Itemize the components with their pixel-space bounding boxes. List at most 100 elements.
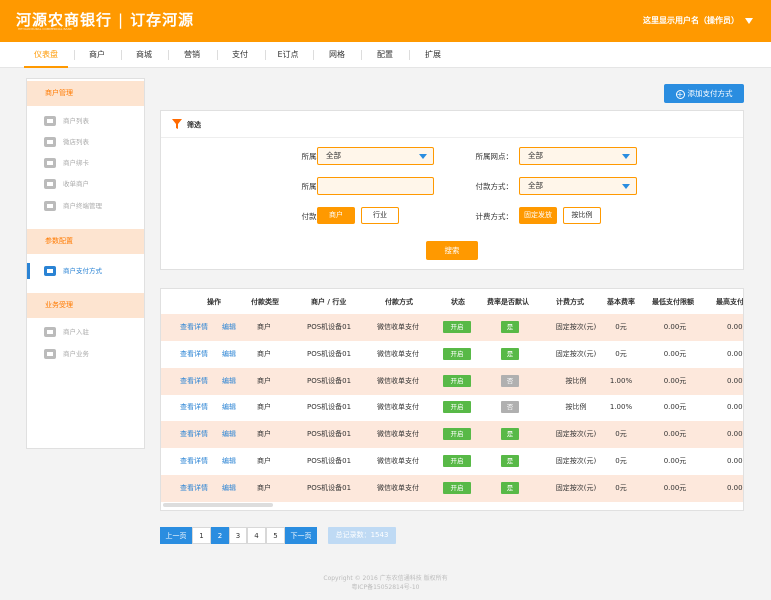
view-detail-link[interactable]: 查看详情 <box>180 475 208 502</box>
default-rate-badge: 是 <box>501 455 519 467</box>
cell-paytype: 商户 <box>257 323 271 331</box>
sidebar-item-pay-method[interactable]: 商户支付方式 <box>44 264 102 278</box>
paymethod-select[interactable]: 全部 <box>519 177 637 195</box>
col-header-billing: 计费方式 <box>556 298 584 306</box>
sidebar-item-terminal[interactable]: 商户终端管理 <box>44 199 102 213</box>
list-icon <box>44 116 56 126</box>
view-detail-link[interactable]: 查看详情 <box>180 394 208 421</box>
cell-merchant: POS机设备01 <box>307 403 352 412</box>
paytype-industry-button[interactable]: 行业 <box>361 207 399 224</box>
cell-min: 0.00元 <box>663 430 687 439</box>
nav-dashboard[interactable]: 仪表盘 <box>24 42 68 68</box>
default-rate-badge: 是 <box>501 321 519 333</box>
search-button[interactable]: 搜索 <box>426 241 478 260</box>
nav-eorder[interactable]: E订点 <box>268 42 308 68</box>
horizontal-scrollbar[interactable] <box>163 503 273 507</box>
view-detail-link[interactable]: 查看详情 <box>180 314 208 341</box>
terminal-icon <box>44 201 56 211</box>
page-5[interactable]: 5 <box>266 527 285 544</box>
top-header: 河源农商银行 | 订存河源 HEYUAN RURAL COMMERCIAL BANK… <box>0 0 771 42</box>
nav-merchant[interactable]: 商户 <box>78 42 116 68</box>
acquiring-icon <box>44 179 56 189</box>
edit-link[interactable]: 编辑 <box>222 341 236 368</box>
sidebar-item-acquiring[interactable]: 收单商户 <box>44 177 89 191</box>
plus-circle-icon: + <box>675 89 685 99</box>
org-select[interactable]: 全部 <box>317 147 434 165</box>
sidebar-item-onboard[interactable]: 商户入驻 <box>44 325 89 339</box>
cell-rate: 1.00% <box>609 403 633 412</box>
sidebar-item-shop-list[interactable]: 微店列表 <box>44 135 89 149</box>
sidebar-group-business[interactable]: 业务受理 <box>27 293 144 318</box>
status-badge[interactable]: 开启 <box>443 428 471 441</box>
cell-merchant: POS机设备01 <box>307 376 352 385</box>
edit-link[interactable]: 编辑 <box>222 421 236 448</box>
cell-billing: 固定按次(元) <box>555 457 597 465</box>
edit-link[interactable]: 编辑 <box>222 394 236 421</box>
status-badge[interactable]: 开启 <box>443 347 471 360</box>
cell-billing: 固定按次(元) <box>555 323 597 331</box>
page-1[interactable]: 1 <box>192 527 211 544</box>
cell-rate: 0元 <box>615 457 627 465</box>
paytype-merchant-button[interactable]: 商户 <box>317 207 355 224</box>
cell-paymethod: 微信收单支付 <box>377 323 419 331</box>
cell-paymethod: 微信收单支付 <box>377 457 419 465</box>
sidebar-group-merchant[interactable]: 商户管理 <box>27 81 144 106</box>
view-detail-link[interactable]: 查看详情 <box>180 368 208 395</box>
nav-marketing[interactable]: 营销 <box>173 42 211 68</box>
cell-merchant: POS机设备01 <box>307 349 352 358</box>
briefcase-icon <box>44 349 56 359</box>
table-row: 查看详情编辑 商户 POS机设备01 微信收单支付 按比例 1.00% 0.00元 0.00元… <box>161 394 743 421</box>
status-badge[interactable]: 开启 <box>443 455 471 467</box>
branch-label: 所属网点： <box>475 152 514 161</box>
prev-page-button[interactable]: 上一页 <box>160 527 192 544</box>
nav-grid[interactable]: 网格 <box>318 42 356 68</box>
filter-icon <box>172 119 182 129</box>
status-badge[interactable]: 开启 <box>443 374 471 387</box>
next-page-button[interactable]: 下一页 <box>285 527 317 544</box>
paymethod-label: 付款方式： <box>475 182 514 191</box>
cell-min: 0.00元 <box>663 403 687 412</box>
view-detail-link[interactable]: 查看详情 <box>180 448 208 475</box>
edit-link[interactable]: 编辑 <box>222 368 236 395</box>
sidebar-item-bind-card[interactable]: 商户绑卡 <box>44 156 89 170</box>
table-row: 查看详情 编辑 商户 POS机设备01 微信收单支付 固定按次(元) 0元 0.00元 0.00… <box>161 474 743 502</box>
cell-billing: 固定按次(元) <box>555 430 597 439</box>
status-badge[interactable]: 开启 <box>443 321 471 333</box>
status-badge[interactable]: 开启 <box>443 401 471 414</box>
edit-link[interactable]: 编辑 <box>222 448 236 475</box>
sidebar-group-params[interactable]: 参数配置 <box>27 229 144 254</box>
nav-extend[interactable]: 扩展 <box>414 42 452 68</box>
sidebar-item-business[interactable]: 商户业务 <box>44 347 89 361</box>
nav-mall[interactable]: 商城 <box>125 42 163 68</box>
rate-fixed-button[interactable]: 固定发放 <box>519 207 557 224</box>
cell-rate: 1.00% <box>609 376 633 385</box>
view-detail-link[interactable]: 查看详情 <box>180 421 208 448</box>
col-header-paytype: 付款类型 <box>251 298 279 306</box>
branch-select[interactable]: 全部 <box>519 147 637 165</box>
status-badge[interactable]: 开启 <box>443 481 471 494</box>
edit-link[interactable]: 编辑 <box>222 475 236 502</box>
shop-icon <box>44 137 56 147</box>
view-detail-link[interactable]: 查看详情 <box>180 341 208 368</box>
cell-max: 0.00元 <box>727 376 743 385</box>
nav-payment[interactable]: 支付 <box>221 42 259 68</box>
rate-ratio-button[interactable]: 按比例 <box>563 207 601 224</box>
cell-paytype: 商户 <box>257 430 271 439</box>
nav-config[interactable]: 配置 <box>366 42 404 68</box>
user-menu[interactable]: 这里显示用户名（操作员） <box>643 15 753 26</box>
add-payment-method-button[interactable]: + 添加支付方式 <box>664 84 744 103</box>
page-3[interactable]: 3 <box>229 527 247 544</box>
payment-method-table: 操作 付款类型 商户 / 行业 付款方式 状态 费率是否默认 计费方式 基本费率… <box>160 288 744 511</box>
page-2[interactable]: 2 <box>211 527 229 544</box>
cell-min: 0.00元 <box>663 376 687 385</box>
table-row: 查看详情 编辑 商户 POS机设备01 微信收单支付 固定按次(元) 0元 0.00元 0.00… <box>161 314 743 341</box>
sidebar-item-merchant-list[interactable]: 商户列表 <box>44 114 89 128</box>
col-header-rate: 基本费率 <box>607 298 635 306</box>
merchant-input[interactable] <box>317 177 434 195</box>
cell-merchant: POS机设备01 <box>307 483 352 492</box>
table-row: 查看详情 编辑 商户 POS机设备01 微信收单支付 固定按次(元) 0元 0.00元 0.00… <box>161 421 743 449</box>
page-4[interactable]: 4 <box>247 527 266 544</box>
cell-rate: 0元 <box>615 323 627 331</box>
edit-link[interactable]: 编辑 <box>222 314 236 341</box>
sidebar: 商户管理 商户列表 微店列表 商户绑卡 收单商户 商户终端管理 参数配置 商户支… <box>26 78 145 449</box>
